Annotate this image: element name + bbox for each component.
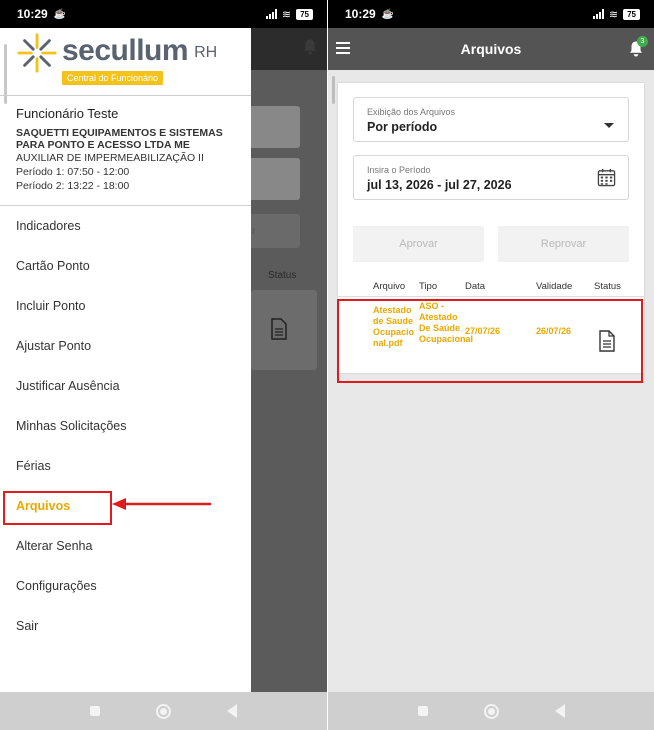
column-header-date: Data [465, 281, 486, 292]
display-mode-label: Exibição dos Arquivos [367, 107, 456, 117]
status-time: 10:29 [17, 7, 48, 21]
menu-item-justificar-ausencia[interactable]: Justificar Ausência [0, 366, 251, 406]
logo-tagline: Central do Funcionário [62, 71, 164, 85]
pointer-arrow-icon [112, 498, 211, 510]
app-header: Arquivos 3 [328, 28, 654, 70]
column-header-file: Arquivo [373, 281, 406, 292]
files-card: Exibição dos Arquivos Por período Insira… [337, 83, 644, 383]
left-phone-screen: 10:29 ☕ ≋ 75 r Status secullum RH Centra… [0, 0, 327, 730]
column-header-validity: Validade [536, 281, 573, 292]
employee-profile: Funcionário Teste SAQUETTI EQUIPAMENTOS … [16, 106, 246, 193]
battery-icon: 75 [296, 8, 313, 20]
menu-item-minhas-solicitacoes[interactable]: Minhas Solicitações [0, 406, 251, 446]
status-time: 10:29 [345, 7, 376, 21]
display-mode-select[interactable]: Exibição dos Arquivos Por período [353, 97, 629, 142]
signal-icon [592, 9, 604, 19]
secullum-logo: secullum RH Central do Funcionário [16, 32, 217, 86]
recents-icon[interactable] [417, 706, 428, 716]
menu-item-incluir-ponto[interactable]: Incluir Ponto [0, 286, 251, 326]
calendar-icon[interactable] [597, 168, 616, 187]
secullum-sun-icon [17, 33, 57, 73]
employee-name: Funcionário Teste [16, 106, 119, 121]
status-bar: 10:29 ☕ ≋ 75 [328, 0, 654, 28]
period-value: jul 13, 2026 - jul 27, 2026 [367, 178, 512, 192]
main-content: Exibição dos Arquivos Por período Insira… [328, 70, 654, 692]
recents-icon[interactable] [90, 706, 100, 716]
background-bell-icon [304, 39, 316, 55]
content-scrollbar[interactable] [332, 76, 335, 104]
notification-badge: 3 [637, 36, 648, 47]
employee-period-2: Período 2: 13:22 - 18:00 [16, 180, 130, 192]
reject-button[interactable]: Reprovar [498, 226, 629, 262]
drawer-menu: Indicadores Cartão Ponto Incluir Ponto A… [0, 206, 251, 646]
status-bar: 10:29 ☕ ≋ 75 [0, 0, 327, 28]
notification-cup-icon: ☕ [53, 8, 67, 20]
chevron-down-icon [604, 123, 614, 128]
display-mode-value: Por período [367, 120, 438, 134]
right-phone-screen: 10:29 ☕ ≋ 75 Arquivos 3 Exibição dos Arq… [328, 0, 654, 730]
period-field[interactable]: Insira o Período jul 13, 2026 - jul 27, … [353, 155, 629, 200]
menu-icon[interactable] [336, 42, 350, 54]
table-header: Arquivo Tipo Data Validade Status [338, 275, 644, 297]
employee-period-1: Período 1: 07:50 - 12:00 [16, 166, 130, 178]
menu-item-ajustar-ponto[interactable]: Ajustar Ponto [0, 326, 251, 366]
wifi-icon: ≋ [608, 8, 619, 21]
arquivos-highlight-box [3, 491, 112, 525]
background-button-text: r [252, 226, 256, 237]
wifi-icon: ≋ [281, 8, 292, 21]
background-status-header: Status [268, 270, 297, 281]
menu-item-cartao-ponto[interactable]: Cartão Ponto [0, 246, 251, 286]
back-icon[interactable] [227, 704, 237, 718]
employee-role: AUXILIAR DE IMPERMEABILIZAÇÃO II [16, 152, 204, 164]
navigation-drawer: secullum RH Central do Funcionário Funcio… [0, 28, 251, 692]
drawer-divider [0, 95, 251, 96]
home-icon[interactable] [156, 703, 171, 719]
back-icon[interactable] [554, 704, 565, 718]
approve-button[interactable]: Aprovar [353, 226, 484, 262]
menu-item-configuracoes[interactable]: Configurações [0, 566, 251, 606]
menu-item-sair[interactable]: Sair [0, 606, 251, 646]
menu-item-ferias[interactable]: Férias [0, 446, 251, 486]
column-header-status: Status [594, 281, 621, 292]
logo-name: secullum [62, 34, 189, 67]
background-document-icon [271, 318, 287, 340]
employee-company: SAQUETTI EQUIPAMENTOS E SISTEMAS PARA PO… [16, 127, 223, 151]
notification-cup-icon: ☕ [381, 8, 395, 20]
menu-item-indicadores[interactable]: Indicadores [0, 206, 251, 246]
logo-suffix: RH [194, 44, 218, 61]
android-nav-bar [328, 692, 654, 730]
page-title: Arquivos [460, 41, 522, 57]
battery-icon: 75 [623, 8, 640, 20]
period-label: Insira o Período [367, 165, 431, 175]
signal-icon [265, 9, 277, 19]
android-nav-bar [0, 692, 327, 730]
home-icon[interactable] [483, 703, 499, 719]
column-header-type: Tipo [419, 281, 438, 292]
row-highlight-box [337, 299, 643, 383]
menu-item-alterar-senha[interactable]: Alterar Senha [0, 526, 251, 566]
